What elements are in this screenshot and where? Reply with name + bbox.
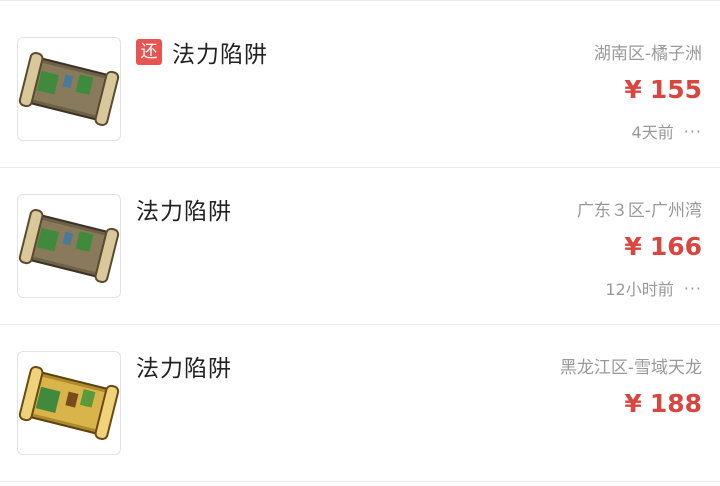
price: ¥188	[624, 389, 702, 418]
price-value: 188	[649, 389, 702, 418]
price-value: 155	[649, 75, 702, 104]
listing-list: 还 法力陷阱 湖南区-橘子洲 ¥155 4天前 ··· 法力陷阱 广东３区-广州…	[0, 0, 720, 486]
listing-time: 12小时前	[605, 280, 674, 299]
return-badge: 还	[136, 39, 162, 65]
currency-symbol: ¥	[624, 232, 642, 261]
price: ¥155	[624, 75, 702, 104]
listing-meta: 12小时前 ···	[605, 276, 702, 300]
more-options-icon[interactable]: ···	[684, 122, 702, 141]
server-name: 湖南区-橘子洲	[593, 44, 702, 64]
listing-item[interactable]: 还 法力陷阱 湖南区-橘子洲 ¥155 4天前 ···	[0, 11, 720, 168]
listing-item[interactable]: 法力陷阱 广东３区-广州湾 ¥166 12小时前 ···	[0, 168, 720, 325]
item-thumbnail	[17, 194, 121, 298]
more-options-icon[interactable]: ···	[684, 279, 702, 298]
item-thumbnail	[17, 351, 121, 455]
item-title[interactable]: 法力陷阱	[172, 35, 268, 69]
listing-meta: 4天前 ···	[632, 119, 702, 143]
listing-item[interactable]: 法力陷阱 黑龙江区-雪域天龙 ¥188	[0, 325, 720, 482]
scroll-icon	[18, 208, 120, 284]
item-thumbnail	[17, 37, 121, 141]
currency-symbol: ¥	[624, 75, 642, 104]
price: ¥166	[624, 232, 702, 261]
item-title[interactable]: 法力陷阱	[136, 349, 232, 383]
currency-symbol: ¥	[624, 389, 642, 418]
server-name: 广东３区-广州湾	[576, 201, 702, 221]
scroll-icon	[18, 365, 120, 441]
price-value: 166	[649, 232, 702, 261]
scroll-icon	[18, 51, 120, 127]
item-title[interactable]: 法力陷阱	[136, 192, 232, 226]
server-name: 黑龙江区-雪域天龙	[559, 358, 702, 378]
listing-time: 4天前	[631, 123, 674, 142]
